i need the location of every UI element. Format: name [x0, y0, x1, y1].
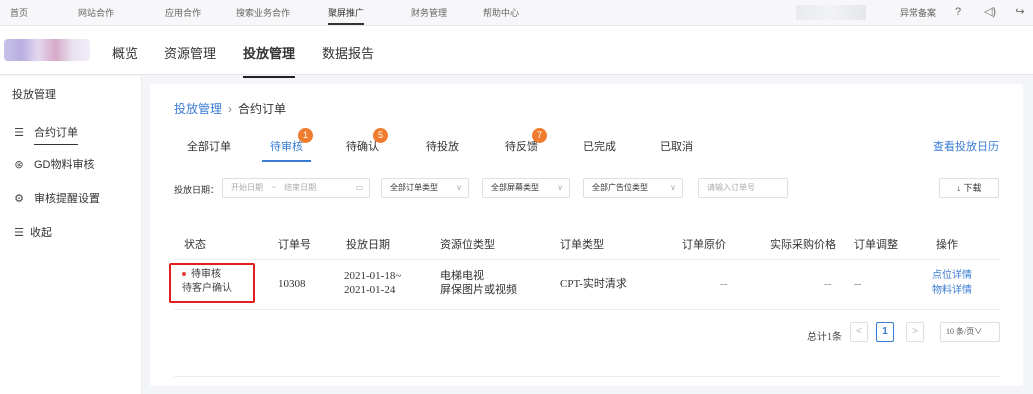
col-order-type: 订单类型	[560, 239, 604, 251]
topnav-item-promotion[interactable]: 聚屏推广	[328, 6, 365, 25]
order-type-select[interactable]: 全部订单类型 ∨	[381, 178, 469, 198]
col-order-no: 订单号	[278, 239, 311, 251]
tab-cancelled[interactable]: 已取消	[660, 138, 693, 154]
status-subtext: 待客户确认	[182, 283, 232, 294]
sidebar-collapse[interactable]: ☰ 收起	[12, 224, 52, 240]
pager-page-1[interactable]: 1	[876, 322, 894, 342]
point-detail-link[interactable]: 点位详情	[932, 269, 972, 283]
breadcrumb-separator: ›	[228, 102, 233, 116]
calendar-icon: ▭	[355, 183, 363, 192]
topnav-anomaly-record[interactable]: 异常备案	[900, 6, 936, 19]
col-original-price: 订单原价	[682, 239, 726, 251]
order-type-cell: CPT-实时清求	[560, 278, 627, 290]
pager-total: 总计1条	[807, 332, 842, 343]
sidebar-header: 投放管理	[12, 89, 56, 101]
main-card: 投放管理 › 合约订单 全部订单 待审核 1 待确认 5 待投放 待反馈 7 已完成 已取…	[150, 84, 1023, 386]
tab-pending-feedback[interactable]: 待反馈 7	[505, 128, 547, 154]
order-no-cell: 10308	[278, 278, 306, 290]
brand-logo	[4, 39, 90, 61]
gear-icon: ⚙	[14, 192, 24, 205]
col-resource-type: 资源位类型	[440, 239, 495, 251]
adjust-cell: --	[854, 278, 862, 290]
logout-icon[interactable]: ↪	[1013, 5, 1027, 19]
breadcrumb-current: 合约订单	[238, 102, 287, 116]
material-detail-link[interactable]: 物料详情	[932, 284, 972, 298]
module-nav: 概览 资源管理 投放管理 数据报告	[0, 26, 1033, 78]
tab-all-orders[interactable]: 全部订单	[187, 138, 231, 154]
download-button[interactable]: ↓ 下载	[939, 178, 999, 198]
original-price-cell: --	[720, 278, 728, 290]
list-icon: ☰	[14, 126, 24, 139]
resource-sub-cell: 屏保图片或视频	[440, 284, 517, 296]
resource-type-cell: 电梯电视	[440, 270, 484, 282]
tab-completed[interactable]: 已完成	[583, 138, 616, 154]
breadcrumb-parent[interactable]: 投放管理	[174, 102, 222, 116]
date-from-cell: 2021-01-18~	[344, 270, 402, 282]
view-calendar-link[interactable]: 查看投放日历	[933, 138, 999, 154]
chevron-down-icon: ∨	[670, 183, 676, 192]
table-header: 状态 订单号 投放日期 资源位类型 订单类型 订单原价 实际采购价格 订单调整 …	[174, 224, 1001, 260]
topnav-item-help[interactable]: 帮助中心	[483, 6, 519, 19]
account-name-blurred	[796, 5, 866, 20]
tab-delivery[interactable]: 投放管理	[243, 43, 296, 78]
topnav-item-finance[interactable]: 财务管理	[411, 6, 447, 19]
pager-next-button[interactable]: >	[906, 322, 924, 342]
sidebar-item-gd-review[interactable]: ⊛ GD物料审核	[12, 156, 94, 172]
breadcrumb: 投放管理 › 合约订单	[174, 100, 286, 117]
tab-overview[interactable]: 概览	[112, 43, 138, 62]
sidebar: 投放管理 ☰ 合约订单 ⊛ GD物料审核 ⚙ 审核提醒设置 ☰ 收起	[0, 76, 142, 394]
count-badge: 5	[373, 128, 388, 143]
tab-report[interactable]: 数据报告	[322, 43, 374, 62]
tab-pending-delivery[interactable]: 待投放	[426, 138, 459, 154]
tab-pending-review[interactable]: 待审核 1	[262, 128, 313, 162]
col-date: 投放日期	[346, 239, 390, 251]
date-to-cell: 2021-01-24	[344, 284, 396, 296]
table-row: 待审核 待客户确认 10308 2021-01-18~ 2021-01-24 电…	[169, 260, 1001, 310]
screen-type-select[interactable]: 全部屏幕类型 ∨	[482, 178, 570, 198]
chevron-down-icon: ∨	[456, 183, 462, 192]
card-divider	[174, 376, 1001, 377]
col-status: 状态	[184, 239, 206, 251]
collapse-icon: ☰	[14, 226, 24, 239]
date-label: 投放日期：	[174, 185, 220, 195]
sidebar-item-review-reminder[interactable]: ⚙ 审核提醒设置	[12, 190, 100, 206]
actual-price-cell: --	[824, 278, 832, 290]
tab-pending-confirm[interactable]: 待确认 5	[346, 128, 388, 154]
chevron-down-icon: ∨	[557, 183, 563, 192]
count-badge: 1	[298, 128, 313, 143]
ad-slot-type-select[interactable]: 全部广告位类型 ∨	[583, 178, 683, 198]
order-number-input[interactable]: 请输入订单号	[698, 178, 788, 198]
status-cell: 待审核	[182, 268, 221, 282]
status-tabs: 全部订单 待审核 1 待确认 5 待投放 待反馈 7 已完成 已取消 查看投放日历	[150, 126, 1023, 162]
col-adjust: 订单调整	[854, 239, 898, 251]
camera-icon: ⊛	[14, 158, 24, 171]
tab-resource[interactable]: 资源管理	[164, 43, 216, 62]
col-actual-price: 实际采购价格	[770, 239, 836, 251]
col-actions: 操作	[936, 239, 958, 251]
top-nav: 首页 网站合作 应用合作 搜索业务合作 聚屏推广 财务管理 帮助中心 异常备案 …	[0, 0, 1033, 26]
count-badge: 7	[532, 128, 547, 143]
pager-prev-button[interactable]: <	[850, 322, 868, 342]
topnav-item-website[interactable]: 网站合作	[78, 6, 114, 19]
topnav-item-home[interactable]: 首页	[10, 6, 28, 19]
help-icon[interactable]: ?	[951, 5, 965, 19]
volume-icon[interactable]: ◁)	[983, 5, 997, 19]
sidebar-item-contract-orders[interactable]: ☰ 合约订单	[12, 124, 78, 145]
date-range-picker[interactable]: 开始日期 ~ 结束日期 ▭	[222, 178, 370, 198]
topnav-item-app[interactable]: 应用合作	[165, 6, 201, 19]
status-dot	[182, 272, 186, 277]
page-size-select[interactable]: 10 条/页∨	[940, 322, 1000, 342]
topnav-item-search[interactable]: 搜索业务合作	[236, 6, 290, 19]
